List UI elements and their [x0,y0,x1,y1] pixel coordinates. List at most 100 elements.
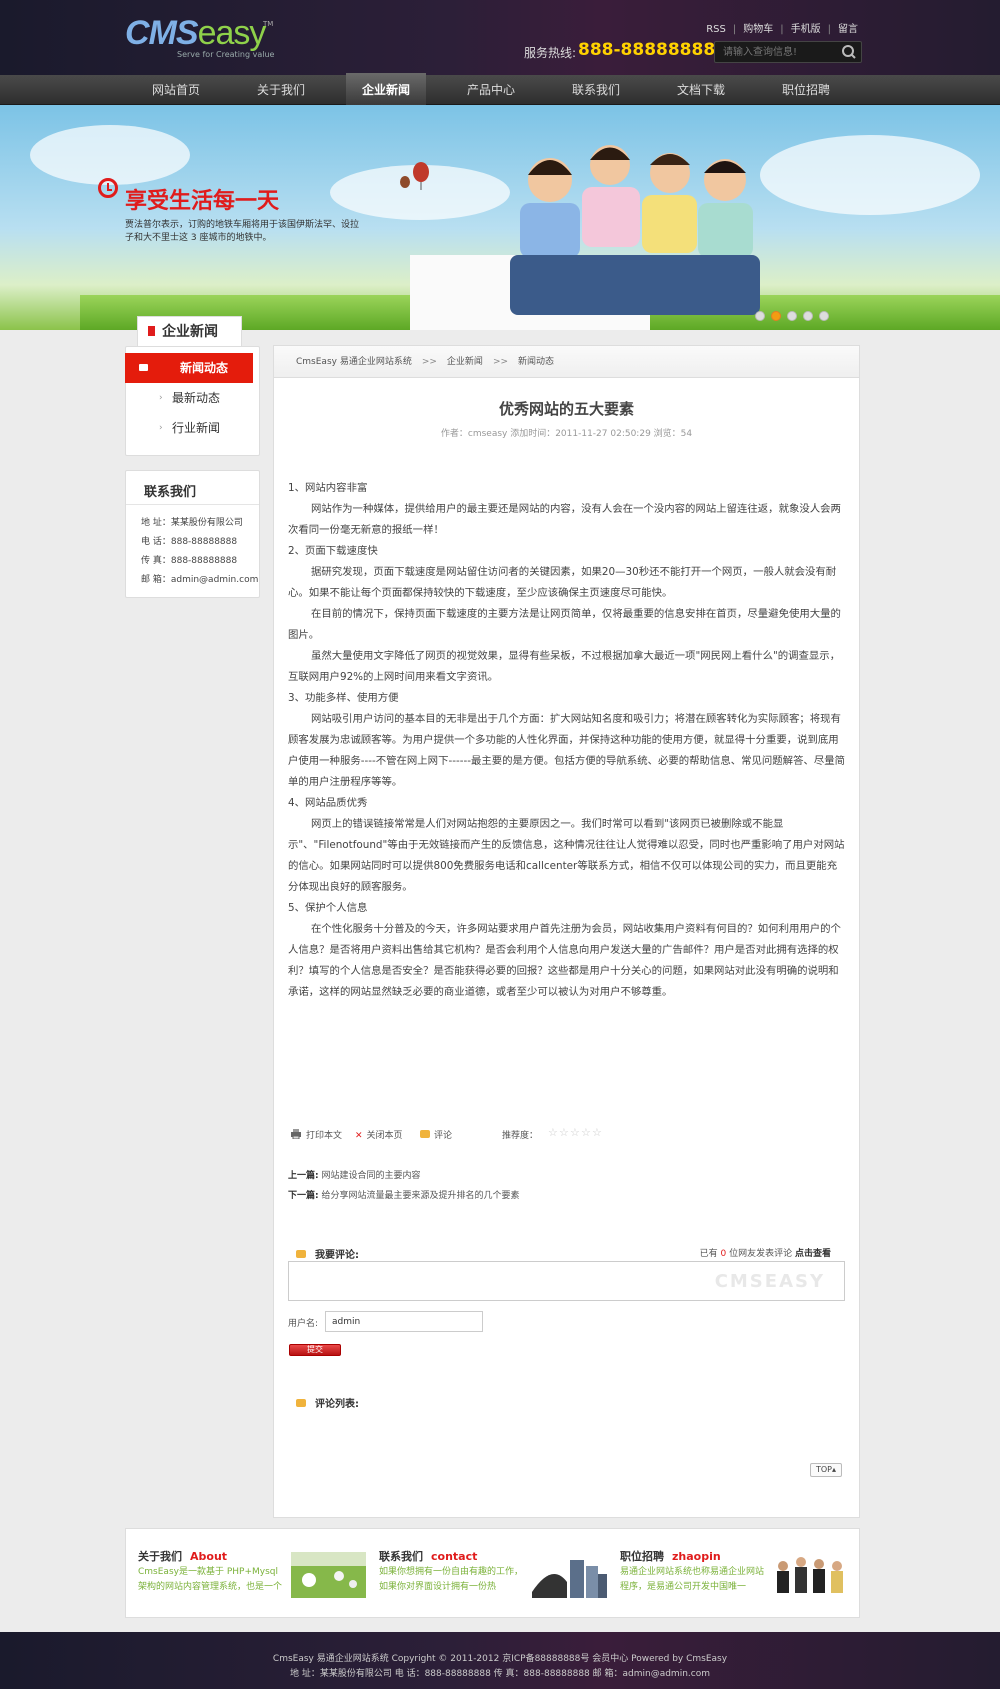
back-to-top-button[interactable]: TOP▴ [810,1463,842,1477]
article-section-heading: 4、网站品质优秀 [288,797,368,809]
separator: | [827,24,831,35]
article-section-heading: 5、保护个人信息 [288,902,368,914]
nav-item-products[interactable]: 产品中心 [451,75,531,105]
recommend-label: 推荐度： [502,1131,539,1141]
print-button[interactable]: 打印本文 [290,1128,342,1141]
star-icon[interactable]: ☆ [570,1127,580,1138]
footer-contact-cn: 联系我们 [379,1550,423,1563]
footer-contact-text: 如果你想拥有一份自由有趣的工作，如果你对界面设计拥有一份热 [379,1567,524,1592]
article-panel: CmsEasy 易通企业网站系统 >> 企业新闻 >> 新闻动态 优秀网站的五大要素 作… [273,345,860,1518]
sidebar-menu: 新闻动态 › 最新动态 › 行业新闻 [125,346,260,456]
logo-wordmark: CMSeasy [125,16,275,50]
comment-link[interactable]: 评论 [420,1128,452,1141]
nav-item-contact[interactable]: 联系我们 [556,75,636,105]
nav-item-about[interactable]: 关于我们 [241,75,321,105]
sidebar-item-news-dynamics[interactable]: 新闻动态 [125,353,253,383]
rating-stars[interactable]: ☆☆☆☆☆ [548,1127,603,1139]
next-article-link[interactable]: 给分享网站流量最主要来源及提升排名的几个要素 [321,1191,519,1201]
star-icon[interactable]: ☆ [548,1127,558,1138]
footer-about-title[interactable]: 关于我们 About [138,1548,227,1564]
search-button[interactable] [839,43,859,61]
nav-item-home[interactable]: 网站首页 [136,75,216,105]
print-label: 打印本文 [306,1131,343,1141]
view-comments-link[interactable]: 点击查看 [795,1249,831,1259]
bullet-icon: › [159,423,163,433]
close-icon: ✕ [355,1131,363,1141]
banner-title: 享受生活每一天 [125,189,280,214]
comment-list-label: 评论列表: [315,1399,359,1410]
banner-dot[interactable] [819,311,829,321]
article-paragraph: 网站吸引用户访问的基本目的无非是出于几个方面：扩大网站知名度和吸引力；将潜在顾客… [288,713,846,788]
prev-article-link[interactable]: 网站建设合同的主要内容 [321,1171,420,1181]
footer-jobs: 职位招聘 zhaopin 易通企业网站系统也称易通企业网站程序，是易通公司开发中国… [608,1529,848,1619]
comment-icon [296,1250,306,1258]
contact-phone: 电 话：888-88888888 [141,537,238,547]
comment-list-heading: 评论列表: [296,1395,359,1410]
banner-dot[interactable] [787,311,797,321]
prev-article: 上一篇: 网站建设合同的主要内容 [288,1168,421,1181]
comment-label: 评论 [434,1131,453,1141]
footer-about-text: CmsEasy是一款基于 PHP+Mysql 架构的网站内容管理系统，也是一个 [138,1567,283,1592]
nav-item-jobs[interactable]: 职位招聘 [766,75,846,105]
username-input[interactable] [325,1311,483,1332]
cloud-shape [30,125,190,185]
top-link-mobile[interactable]: 手机版 [791,24,821,35]
footer-about: 关于我们 About CmsEasy是一款基于 PHP+Mysql 架构的网站内容… [126,1529,366,1619]
search-icon [842,45,856,59]
article-toolbar: 打印本文 ✕ 关闭本页 评论 推荐度： ☆☆☆☆☆ [290,1127,845,1144]
banner-pagination [755,310,835,324]
divider [126,504,259,505]
separator: | [732,24,737,35]
printer-icon [291,1129,301,1140]
star-icon[interactable]: ☆ [581,1127,591,1138]
breadcrumb-news[interactable]: 企业新闻 [447,357,483,367]
footer-contact: 联系我们 contact 如果你想拥有一份自由有趣的工作，如果你对界面设计拥有一份… [367,1529,607,1619]
breadcrumb-separator: >> [421,357,437,367]
star-icon[interactable]: ☆ [559,1127,569,1138]
comment-heading-label: 我要评论: [315,1250,359,1261]
comment-count: 已有 0 位网友发表评论 点击查看 [700,1246,831,1259]
top-links: RSS | 购物车 | 手机版 | 留言 [706,20,858,35]
close-page-button[interactable]: ✕ 关闭本页 [355,1128,403,1141]
golf-image [291,1552,366,1598]
sidebar-item-latest[interactable]: › 最新动态 [134,383,251,413]
comment-icon [296,1399,306,1407]
balloon-icon [400,162,429,190]
breadcrumb-current[interactable]: 新闻动态 [518,357,554,367]
contact-address: 地 址：某某股份有限公司 [141,518,243,528]
banner-dot-active[interactable] [771,311,781,321]
footer-contact-title[interactable]: 联系我们 contact [379,1548,477,1564]
count-suffix: 位网友发表评论 [729,1249,793,1259]
breadcrumb-home[interactable]: CmsEasy 易通企业网站系统 [296,357,412,367]
submit-comment-button[interactable]: 提交 [289,1344,341,1356]
sidebar-title: 企业新闻 [137,316,242,346]
contact-email[interactable]: 邮 箱：admin@admin.com [141,572,258,585]
top-link-cart[interactable]: 购物车 [743,24,773,35]
star-icon[interactable]: ☆ [592,1127,602,1138]
sidebar-item-industry[interactable]: › 行业新闻 [134,413,251,443]
footer-jobs-title[interactable]: 职位招聘 zhaopin [620,1548,721,1564]
main-nav: 网站首页 关于我们 企业新闻 产品中心 联系我们 文档下载 职位招聘 [0,73,1000,105]
next-label: 下一篇: [288,1191,319,1201]
comment-form-heading: 我要评论: [296,1246,359,1261]
footer-copyright: CmsEasy 易通企业网站系统 Copyright © 2011-2012 京… [272,1654,728,1664]
logo-trademark: TM [263,20,274,28]
article-meta: 作者：cmseasy 添加时间：2011-11-27 02:50:29 浏览：5… [440,429,693,439]
footer-about-cn: 关于我们 [138,1550,182,1563]
site-logo[interactable]: CMSeasy TM Serve for Creating value [125,16,275,60]
nav-item-news[interactable]: 企业新闻 [346,73,426,105]
article-section-heading: 1、网站内容非富 [288,482,368,494]
logo-slogan: Serve for Creating value [177,50,275,59]
top-link-rss[interactable]: RSS [706,24,726,35]
article-paragraph: 据研究发现，页面下载速度是网站留住访问者的关键因素，如果20—30秒还不能打开一… [288,566,837,599]
hotline-number: 888-88888888 [578,40,716,60]
nav-item-downloads[interactable]: 文档下载 [661,75,741,105]
buildings-image [532,1552,607,1598]
contact-title: 联系我们 [144,485,197,500]
search-input[interactable] [715,42,835,62]
top-link-guestbook[interactable]: 留言 [838,24,858,35]
banner-dot[interactable] [755,311,765,321]
children-photo [510,145,760,315]
banner-dot[interactable] [803,311,813,321]
article-paragraph: 虽然大量使用文字降低了网页的视觉效果，显得有些呆板，不过根据加拿大最近一项"网民… [288,650,841,683]
